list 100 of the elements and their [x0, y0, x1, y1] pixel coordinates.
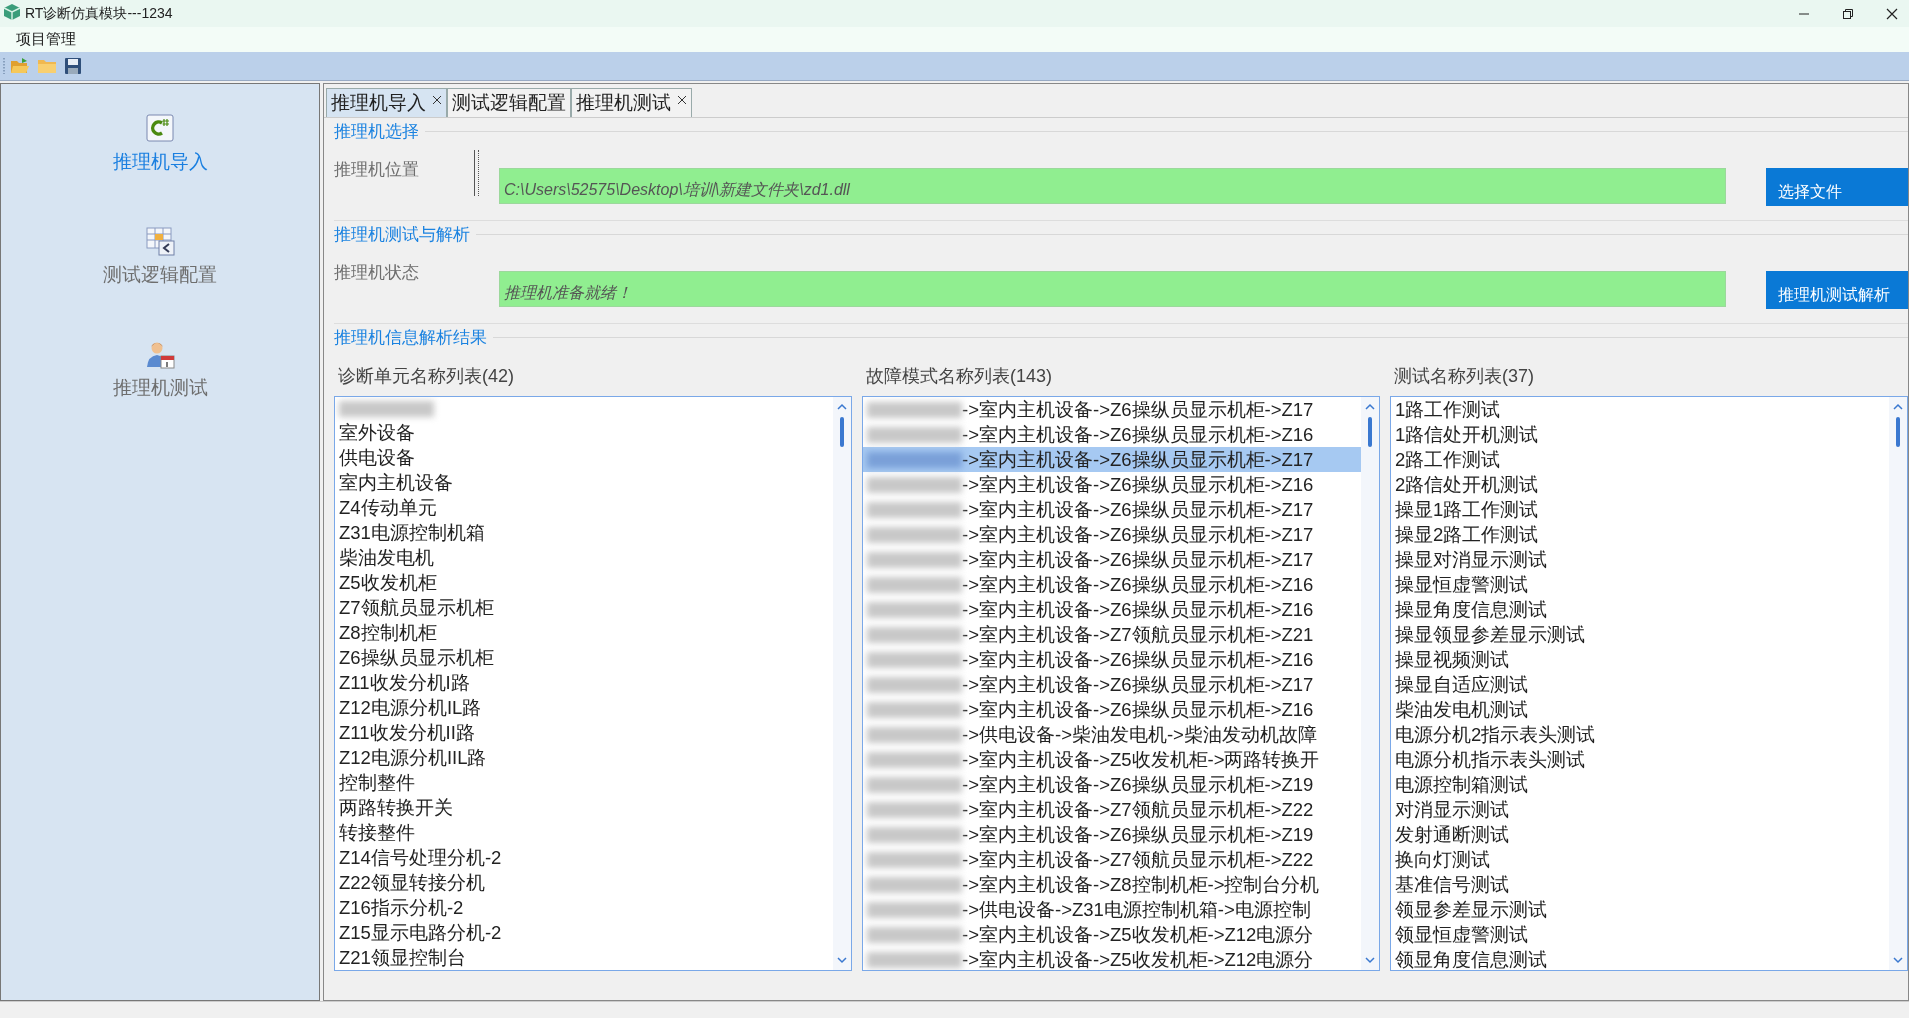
list-item[interactable]: ->供电设备->柴油发电机->柴油发动机故障 — [863, 722, 1361, 747]
list-item[interactable]: Z31电源控制机箱 — [335, 520, 833, 545]
list-item[interactable]: ->室内主机设备->Z7领航员显示机柜->Z22 — [863, 797, 1361, 822]
list-item[interactable]: ->室内主机设备->Z6操纵员显示机柜->Z17 — [863, 397, 1361, 422]
list-item[interactable]: Z11收发分机II路 — [335, 720, 833, 745]
tab[interactable]: 推理机导入 — [326, 88, 447, 117]
list-item[interactable]: 发射通断测试 — [1391, 822, 1889, 847]
input-field[interactable]: 推理机准备就绪！ — [499, 271, 1726, 307]
list-item[interactable]: ->室内主机设备->Z6操纵员显示机柜->Z17 — [863, 547, 1361, 572]
scroll-down-icon[interactable] — [1364, 956, 1376, 964]
list-item[interactable]: 2路工作测试 — [1391, 447, 1889, 472]
scroll-thumb[interactable] — [840, 417, 844, 447]
list-item[interactable]: Z8控制机柜 — [335, 620, 833, 645]
list-item[interactable]: 电源分机指示表头测试 — [1391, 747, 1889, 772]
list-item[interactable]: ->室内主机设备->Z6操纵员显示机柜->Z16 — [863, 647, 1361, 672]
list-item[interactable]: ->室内主机设备->Z6操纵员显示机柜->Z16 — [863, 697, 1361, 722]
splitter-handle[interactable] — [474, 150, 479, 196]
save-icon[interactable] — [64, 57, 82, 75]
list-item[interactable]: 两路转换开关 — [335, 795, 833, 820]
list-item[interactable]: ->室内主机设备->Z5收发机柜->Z12电源分 — [863, 947, 1361, 970]
scrollbar[interactable] — [1361, 397, 1379, 970]
list-item[interactable]: Z11收发分机I路 — [335, 670, 833, 695]
list-item[interactable]: ->室内主机设备->Z6操纵员显示机柜->Z16 — [863, 572, 1361, 597]
list-item[interactable]: 领显参差显示测试 — [1391, 897, 1889, 922]
scroll-up-icon[interactable] — [836, 403, 848, 411]
list-item[interactable]: 操显对消显示测试 — [1391, 547, 1889, 572]
list-item[interactable]: Z7领航员显示机柜 — [335, 595, 833, 620]
close-icon[interactable] — [1885, 6, 1899, 21]
list-item[interactable]: 电源分机2指示表头测试 — [1391, 722, 1889, 747]
csharp-file-icon — [145, 114, 175, 143]
list-item[interactable]: 操显恒虚警测试 — [1391, 572, 1889, 597]
list-item[interactable]: Z12电源分机IIL路 — [335, 745, 833, 770]
list-item[interactable]: 2路信处开机测试 — [1391, 472, 1889, 497]
list-item[interactable]: 基准信号测试 — [1391, 872, 1889, 897]
list-item[interactable]: 领显角度信息测试 — [1391, 947, 1889, 970]
scroll-down-icon[interactable] — [836, 956, 848, 964]
list-item[interactable]: 1路工作测试 — [1391, 397, 1889, 422]
scrollbar[interactable] — [833, 397, 851, 970]
scroll-up-icon[interactable] — [1364, 403, 1376, 411]
restore-icon[interactable] — [1841, 6, 1855, 21]
toolbar-grip — [2, 56, 6, 76]
list-item[interactable]: ->室内主机设备->Z6操纵员显示机柜->Z19 — [863, 822, 1361, 847]
list-item[interactable]: 操显2路工作测试 — [1391, 522, 1889, 547]
tab[interactable]: 推理机测试 — [571, 88, 692, 117]
list-item[interactable]: 1路信处开机测试 — [1391, 422, 1889, 447]
close-icon[interactable] — [677, 95, 687, 105]
list-item[interactable]: 控制整件 — [335, 770, 833, 795]
list-item[interactable]: ->室内主机设备->Z6操纵员显示机柜->Z16 — [863, 597, 1361, 622]
open-folder-icon[interactable] — [10, 57, 30, 75]
list-item[interactable]: ->室内主机设备->Z6操纵员显示机柜->Z19 — [863, 772, 1361, 797]
nav-item[interactable]: 推理机测试 — [112, 340, 208, 401]
list-item[interactable]: 操显角度信息测试 — [1391, 597, 1889, 622]
list-item[interactable]: 柴油发电机测试 — [1391, 697, 1889, 722]
input-field[interactable]: C:\Users\52575\Desktop\培训\新建文件夹\zd1.dll — [499, 168, 1726, 204]
list-item[interactable]: ->供电设备->Z31电源控制机箱->电源控制 — [863, 897, 1361, 922]
list-item[interactable]: Z22领显转接分机 — [335, 870, 833, 895]
list-item[interactable]: Z6操纵员显示机柜 — [335, 645, 833, 670]
list-item[interactable]: ->室内主机设备->Z5收发机柜->两路转换开 — [863, 747, 1361, 772]
list-item[interactable]: 柴油发电机 — [335, 545, 833, 570]
nav-item[interactable]: 测试逻辑配置 — [103, 227, 217, 288]
list-item[interactable]: 操显1路工作测试 — [1391, 497, 1889, 522]
list-item[interactable]: Z16指示分机-2 — [335, 895, 833, 920]
scroll-up-icon[interactable] — [1892, 403, 1904, 411]
list-item[interactable]: ->室内主机设备->Z7领航员显示机柜->Z22 — [863, 847, 1361, 872]
list-item[interactable]: 操显视频测试 — [1391, 647, 1889, 672]
list-item[interactable]: 领显恒虚警测试 — [1391, 922, 1889, 947]
list-item[interactable]: 对消显示测试 — [1391, 797, 1889, 822]
list-item[interactable]: 操显领显参差显示测试 — [1391, 622, 1889, 647]
scroll-thumb[interactable] — [1896, 417, 1900, 447]
list-item[interactable]: 供电设备 — [335, 445, 833, 470]
list-item[interactable]: Z4传动单元 — [335, 495, 833, 520]
list-item[interactable]: Z21领显控制台 — [335, 945, 833, 970]
list-item[interactable]: 转接整件 — [335, 820, 833, 845]
menu-item[interactable]: 项目管理 — [10, 28, 82, 51]
scrollbar[interactable] — [1889, 397, 1907, 970]
list-item[interactable]: ->室内主机设备->Z6操纵员显示机柜->Z16 — [863, 472, 1361, 497]
list-item[interactable]: ->室内主机设备->Z8控制机柜->控制台分机 — [863, 872, 1361, 897]
list-item[interactable]: 操显自适应测试 — [1391, 672, 1889, 697]
list-item[interactable]: ->室内主机设备->Z5收发机柜->Z12电源分 — [863, 922, 1361, 947]
list-item[interactable]: 室外设备 — [335, 420, 833, 445]
list-item[interactable]: Z15显示电路分机-2 — [335, 920, 833, 945]
list-item[interactable]: Z14信号处理分机-2 — [335, 845, 833, 870]
tab[interactable]: 测试逻辑配置 — [447, 88, 571, 117]
list-item[interactable]: Z5收发机柜 — [335, 570, 833, 595]
list-item[interactable]: 电源控制箱测试 — [1391, 772, 1889, 797]
scroll-thumb[interactable] — [1368, 417, 1372, 447]
action-button[interactable]: 选择文件 — [1766, 168, 1908, 206]
list-item[interactable]: ->室内主机设备->Z6操纵员显示机柜->Z16 — [863, 422, 1361, 447]
list-item[interactable]: ->室内主机设备->Z6操纵员显示机柜->Z17 — [863, 497, 1361, 522]
close-icon[interactable] — [432, 95, 442, 105]
action-button[interactable]: 推理机测试解析 — [1766, 271, 1908, 309]
scroll-down-icon[interactable] — [1892, 956, 1904, 964]
list-item[interactable]: ->室内主机设备->Z6操纵员显示机柜->Z17 — [863, 672, 1361, 697]
list-item[interactable]: ->室内主机设备->Z6操纵员显示机柜->Z17 — [863, 447, 1361, 472]
list-item[interactable]: 室内主机设备 — [335, 470, 833, 495]
list-item[interactable]: ->室内主机设备->Z6操纵员显示机柜->Z17 — [863, 522, 1361, 547]
list-item[interactable]: ->室内主机设备->Z7领航员显示机柜->Z21 — [863, 622, 1361, 647]
section-title: 推理机选择 — [334, 120, 419, 143]
list-item[interactable]: Z12电源分机IL路 — [335, 695, 833, 720]
list-item[interactable]: 换向灯测试 — [1391, 847, 1889, 872]
